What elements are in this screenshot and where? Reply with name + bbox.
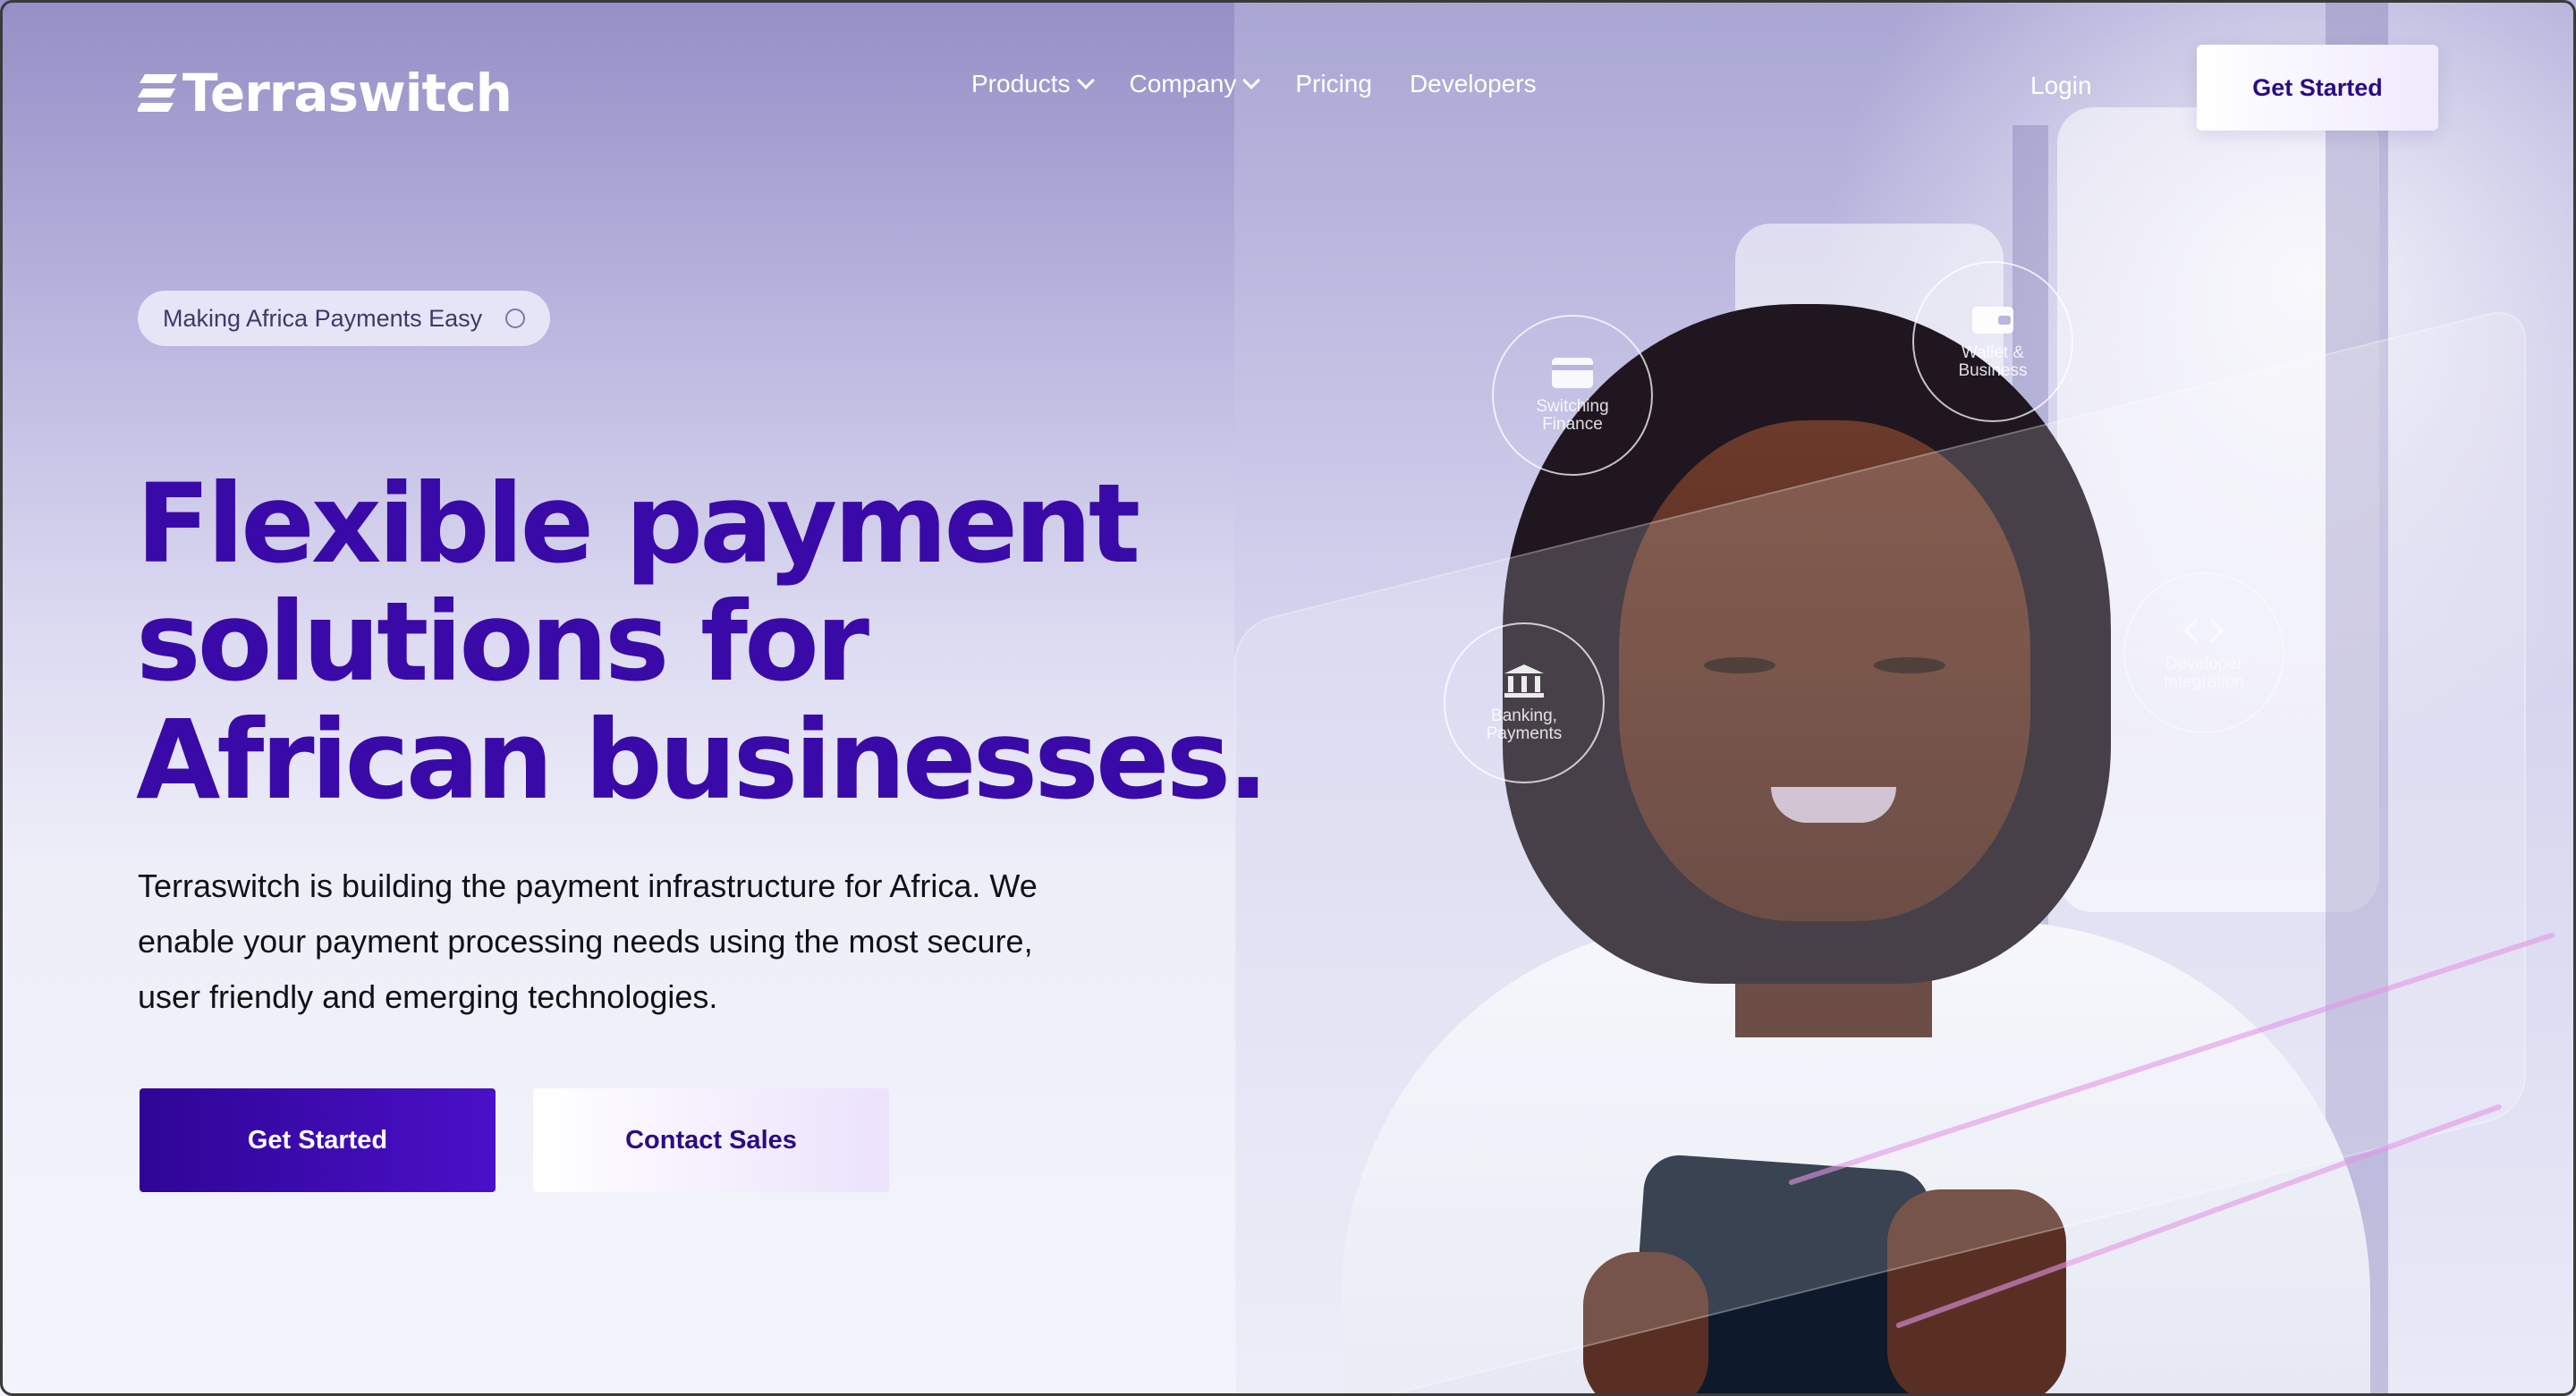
orbit-switching-finance: Switching Finance xyxy=(1492,315,1653,476)
wallet-icon xyxy=(1972,307,2013,334)
hero-page: Switching Finance Wallet & Business Bank… xyxy=(0,0,2576,1396)
code-icon xyxy=(2183,618,2224,643)
contact-sales-button[interactable]: Contact Sales xyxy=(533,1088,889,1192)
nav-developers[interactable]: Developers xyxy=(1410,70,1537,98)
chevron-down-icon xyxy=(1242,72,1261,89)
login-link[interactable]: Login xyxy=(2030,72,2092,100)
circle-icon xyxy=(505,309,526,328)
orbit-banking-payments: Banking, Payments xyxy=(1444,622,1605,783)
brand-logo[interactable]: Terraswitch xyxy=(138,63,513,123)
hero-description: Terraswitch is building the payment infr… xyxy=(138,867,1038,1015)
nav-get-started-button[interactable]: Get Started xyxy=(2197,45,2438,131)
get-started-button[interactable]: Get Started xyxy=(140,1088,496,1192)
orbit-wallet-business: Wallet & Business xyxy=(1912,261,2073,422)
bank-icon xyxy=(1504,664,1544,698)
badge-label: Making Africa Payments Easy xyxy=(163,304,483,332)
nav-company[interactable]: Company xyxy=(1130,70,1261,98)
hero-badge: Making Africa Payments Easy xyxy=(138,291,551,346)
main-nav: Products Company Pricing Developers xyxy=(971,70,1537,98)
orbit-developer: Developer Integration xyxy=(2123,572,2284,733)
chevron-down-icon xyxy=(1076,72,1095,89)
nav-pricing[interactable]: Pricing xyxy=(1295,70,1372,98)
nav-products[interactable]: Products xyxy=(971,70,1095,98)
hero-headline: Flexible payment solutions for African b… xyxy=(136,461,1269,824)
stacked-bars-logo-icon xyxy=(138,74,177,112)
card-icon xyxy=(1552,358,1593,388)
brand-name: Terraswitch xyxy=(182,63,513,123)
